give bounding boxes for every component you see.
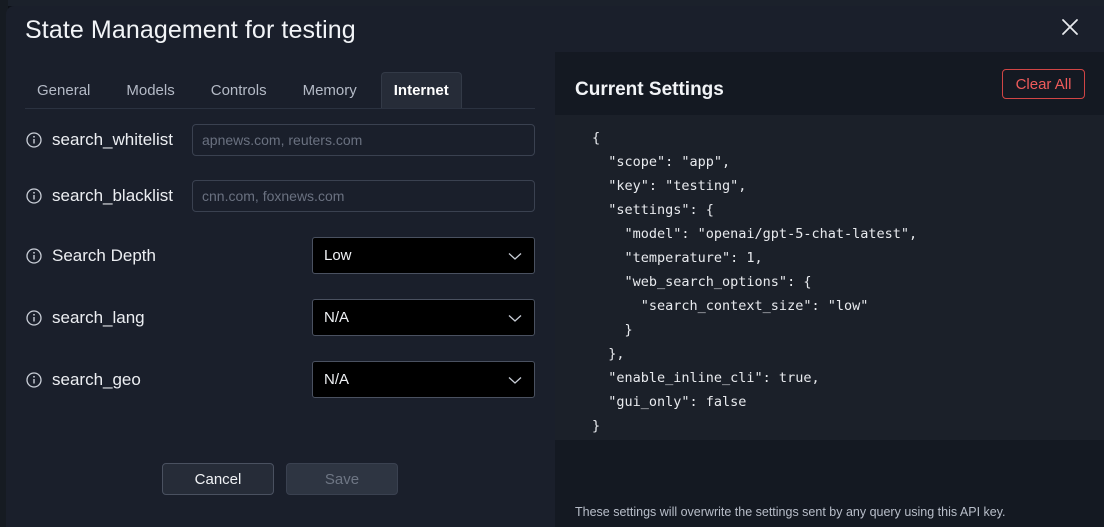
search-blacklist-label: search_blacklist	[52, 186, 173, 205]
settings-json-text: { "scope": "app", "key": "testing", "set…	[592, 130, 918, 434]
search-whitelist-label: search_whitelist	[52, 130, 173, 149]
info-icon[interactable]	[26, 247, 42, 264]
search-lang-label: search_lang	[52, 307, 145, 327]
field-row-search-blacklist: search_blacklist	[26, 180, 536, 212]
info-icon[interactable]	[26, 371, 42, 388]
panel-footnote: These settings will overwrite the settin…	[575, 505, 1006, 519]
chevron-down-icon	[507, 372, 523, 388]
search-geo-select[interactable]: N/A	[312, 361, 535, 398]
state-management-modal: State Management for testing General Mod…	[6, 6, 1104, 527]
info-icon[interactable]	[26, 188, 42, 204]
search-lang-select[interactable]: N/A	[312, 299, 535, 336]
tab-memory[interactable]: Memory	[291, 72, 369, 108]
chevron-down-icon	[507, 310, 523, 326]
modal-title: State Management for testing	[25, 16, 356, 44]
search-depth-value: Low	[324, 247, 352, 264]
search-depth-select[interactable]: Low	[312, 237, 535, 274]
field-row-search-geo: search_geo N/A	[26, 361, 536, 398]
search-blacklist-input[interactable]	[192, 180, 535, 212]
tab-general[interactable]: General	[25, 72, 102, 108]
cancel-button[interactable]: Cancel	[162, 463, 274, 495]
tab-controls[interactable]: Controls	[199, 72, 279, 108]
field-row-search-depth: Search Depth Low	[26, 237, 536, 274]
current-settings-panel: Current Settings Clear All { "scope": "a…	[555, 52, 1104, 527]
search-lang-value: N/A	[324, 309, 350, 326]
panel-title: Current Settings	[575, 79, 724, 100]
info-icon[interactable]	[26, 309, 42, 326]
search-geo-label: search_geo	[52, 369, 141, 389]
close-button[interactable]	[1058, 15, 1082, 39]
search-geo-value: N/A	[324, 371, 350, 388]
field-row-search-lang: search_lang N/A	[26, 299, 536, 336]
save-button[interactable]: Save	[286, 463, 398, 495]
tab-bar: General Models Controls Memory Internet	[25, 72, 535, 109]
settings-json-block: { "scope": "app", "key": "testing", "set…	[555, 115, 1104, 440]
tab-internet[interactable]: Internet	[380, 72, 462, 108]
search-depth-label: Search Depth	[52, 245, 156, 265]
search-whitelist-input[interactable]	[192, 124, 535, 156]
chevron-down-icon	[507, 248, 523, 264]
clear-all-button[interactable]: Clear All	[1002, 69, 1085, 99]
field-row-search-whitelist: search_whitelist	[26, 124, 536, 156]
tab-models[interactable]: Models	[114, 72, 186, 108]
info-icon[interactable]	[26, 132, 42, 148]
close-icon	[1062, 19, 1078, 35]
